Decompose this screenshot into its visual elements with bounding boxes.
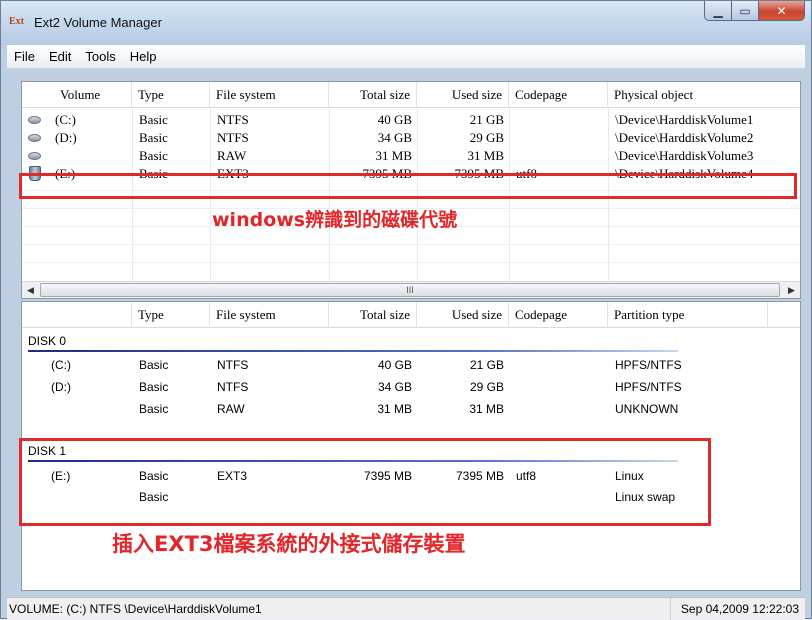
partition-type: Basic <box>139 380 169 394</box>
volume-used-size: 29 GB <box>469 130 504 145</box>
col-used-size[interactable]: Used size <box>417 82 509 108</box>
partition-row[interactable]: Basic RAW 31 MB 31 MB UNKNOWN <box>22 400 800 418</box>
hard-disk-icon <box>28 134 41 142</box>
volume-filesystem: RAW <box>217 148 247 163</box>
annotation-box-bottom <box>19 438 711 526</box>
partition-volume <box>46 400 132 418</box>
volume-name: (D:) <box>55 130 77 145</box>
scroll-left-arrow-icon[interactable]: ◀ <box>22 282 39 298</box>
col-type[interactable]: Type <box>132 302 210 328</box>
volume-row[interactable]: (D:) Basic NTFS 34 GB 29 GB \Device\Hard… <box>22 129 800 147</box>
volume-type: Basic <box>139 148 168 163</box>
col-physical-object[interactable]: Physical object <box>608 82 800 108</box>
status-volume-info: VOLUME: (C:) NTFS \Device\HarddiskVolume… <box>9 602 262 616</box>
partition-row[interactable]: (C:) Basic NTFS 40 GB 21 GB HPFS/NTFS <box>22 356 800 374</box>
partition-volume: (D:) <box>51 380 71 394</box>
col-type[interactable]: Type <box>132 82 210 108</box>
partition-total-size: 40 GB <box>377 358 412 372</box>
col-filesystem[interactable]: File system <box>210 302 329 328</box>
volume-name: (C:) <box>55 112 76 127</box>
maximize-button[interactable]: ▭ <box>732 1 759 21</box>
col-codepage[interactable]: Codepage <box>509 302 608 328</box>
menu-edit[interactable]: Edit <box>42 45 78 69</box>
close-icon: ✕ <box>776 3 787 18</box>
minimize-button[interactable]: ▁ <box>704 1 732 21</box>
menu-tools[interactable]: Tools <box>78 45 122 69</box>
minimize-icon: ▁ <box>713 3 723 18</box>
col-volume[interactable]: Volume <box>22 82 132 108</box>
status-timestamp: Sep 04,2009 12:22:03 <box>669 598 799 620</box>
volume-filesystem: NTFS <box>217 130 249 145</box>
grid-line <box>22 244 800 245</box>
menu-file[interactable]: File <box>7 45 42 69</box>
volume-total-size: 40 GB <box>377 112 412 127</box>
volume-total-size: 34 GB <box>377 130 412 145</box>
volume-codepage <box>511 129 608 147</box>
maximize-icon: ▭ <box>739 3 751 18</box>
annotation-text-top: windows辨識到的磁碟代號 <box>212 209 458 231</box>
title-bar[interactable]: Ext Ext2 Volume Manager ▁ ▭ ✕ <box>1 1 811 45</box>
partition-codepage <box>511 400 608 418</box>
col-codepage[interactable]: Codepage <box>509 82 608 108</box>
partition-used-size: 29 GB <box>469 380 504 394</box>
partition-type: Basic <box>139 358 169 372</box>
volume-type: Basic <box>139 112 168 127</box>
menu-help[interactable]: Help <box>123 45 164 69</box>
col-filesystem[interactable]: File system <box>210 82 329 108</box>
partition-total-size: 34 GB <box>377 380 412 394</box>
partition-used-size: 31 MB <box>469 402 504 416</box>
volume-row[interactable]: (C:) Basic NTFS 40 GB 21 GB \Device\Hard… <box>22 111 800 129</box>
partition-filesystem: RAW <box>217 402 245 416</box>
partition-codepage <box>511 356 608 374</box>
volume-used-size: 21 GB <box>469 112 504 127</box>
volume-used-size: 31 MB <box>467 148 504 163</box>
volume-physical-object: \Device\HarddiskVolume1 <box>615 112 754 127</box>
window-title: Ext2 Volume Manager <box>34 15 162 30</box>
partition-type: Basic <box>139 402 169 416</box>
horizontal-scrollbar[interactable]: ◀ III ▶ <box>22 281 800 298</box>
hard-disk-icon <box>28 116 41 124</box>
app-icon: Ext <box>9 16 24 27</box>
menu-bar: File Edit Tools Help <box>7 45 805 69</box>
close-button[interactable]: ✕ <box>759 1 805 21</box>
volume-type: Basic <box>139 130 168 145</box>
partition-filesystem: NTFS <box>217 380 249 394</box>
annotation-box-top <box>19 173 797 199</box>
volume-codepage <box>511 111 608 129</box>
disk-0-label: DISK 0 <box>28 334 67 348</box>
volume-list-header: Volume Type File system Total size Used … <box>22 82 800 108</box>
col-total-size[interactable]: Total size <box>329 302 417 328</box>
hard-disk-icon <box>28 152 41 160</box>
volume-filesystem: NTFS <box>217 112 249 127</box>
volume-name <box>50 147 132 165</box>
partition-kind: UNKNOWN <box>615 402 679 416</box>
window-controls: ▁ ▭ ✕ <box>704 1 805 22</box>
col-total-size[interactable]: Total size <box>329 82 417 108</box>
partition-total-size: 31 MB <box>377 402 412 416</box>
partition-kind: HPFS/NTFS <box>615 380 682 394</box>
partition-volume: (C:) <box>51 358 71 372</box>
partition-row[interactable]: (D:) Basic NTFS 34 GB 29 GB HPFS/NTFS <box>22 378 800 396</box>
status-bar: VOLUME: (C:) NTFS \Device\HarddiskVolume… <box>7 597 805 620</box>
scrollbar-grip: III <box>406 285 414 295</box>
partition-codepage <box>511 378 608 396</box>
partition-used-size: 21 GB <box>469 358 504 372</box>
partition-kind: HPFS/NTFS <box>615 358 682 372</box>
disk-list-header: Type File system Total size Used size Co… <box>22 302 800 328</box>
volume-total-size: 31 MB <box>375 148 412 163</box>
volume-row[interactable]: Basic RAW 31 MB 31 MB \Device\HarddiskVo… <box>22 147 800 165</box>
scrollbar-thumb[interactable]: III <box>40 283 780 297</box>
col-blank <box>22 302 132 328</box>
col-used-size[interactable]: Used size <box>417 302 509 328</box>
partition-filesystem: NTFS <box>217 358 249 372</box>
scroll-right-arrow-icon[interactable]: ▶ <box>783 282 800 298</box>
grid-line <box>22 262 800 263</box>
app-window: Ext Ext2 Volume Manager ▁ ▭ ✕ File Edit … <box>0 0 812 620</box>
annotation-text-bottom: 插入EXT3檔案系統的外接式儲存裝置 <box>112 532 466 556</box>
col-partition-type[interactable]: Partition type <box>608 302 768 328</box>
volume-physical-object: \Device\HarddiskVolume3 <box>615 148 754 163</box>
disk-0-divider <box>28 350 678 352</box>
volume-physical-object: \Device\HarddiskVolume2 <box>615 130 754 145</box>
volume-codepage <box>511 147 608 165</box>
